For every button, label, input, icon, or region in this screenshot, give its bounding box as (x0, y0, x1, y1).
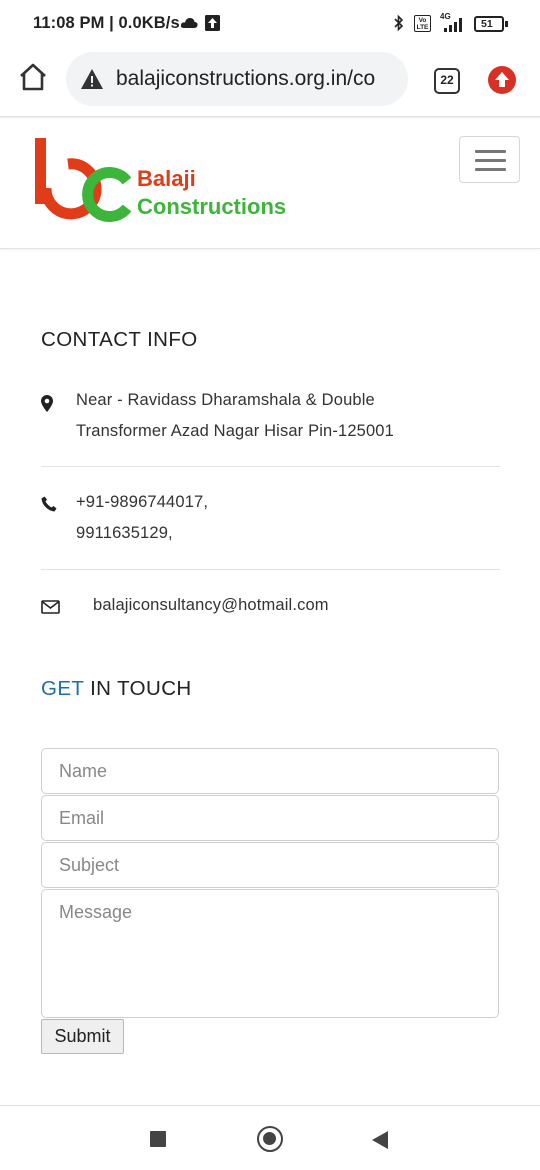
battery-level: 51 (481, 18, 493, 30)
email-link[interactable]: balajiconsultancy@hotmail.com (93, 590, 329, 621)
status-bar: 11:08 PM | 0.0KB/s Vo LTE 4G 51 (0, 0, 540, 48)
phone-line-1[interactable]: +91-9896744017, (76, 487, 208, 518)
address-line-1: Near - Ravidass Dharamshala & Double (76, 391, 375, 409)
status-time: 11:08 PM | 0.0KB/s (33, 14, 180, 32)
home-circle-icon[interactable] (257, 1126, 283, 1152)
email-row: balajiconsultancy@hotmail.com (41, 590, 500, 622)
volte-badge: Vo LTE (414, 15, 431, 32)
back-icon[interactable] (372, 1131, 388, 1149)
battery-icon: 51 (474, 16, 504, 32)
divider (41, 569, 500, 570)
signal-icon (444, 18, 462, 32)
cloud-icon (180, 18, 198, 28)
home-icon[interactable] (18, 62, 48, 92)
tab-switcher-button[interactable]: 22 (434, 68, 460, 94)
envelope-icon (41, 600, 60, 614)
name-field[interactable] (41, 748, 499, 794)
menu-toggle-button[interactable] (459, 136, 520, 183)
heading-rest: IN TOUCH (83, 677, 192, 700)
warning-icon[interactable] (80, 68, 104, 90)
hamburger-line (475, 159, 506, 162)
email-field[interactable] (41, 795, 499, 841)
contact-info-heading: CONTACT INFO (41, 328, 198, 351)
phone-icon (41, 496, 57, 512)
message-field[interactable] (41, 889, 499, 1018)
get-in-touch-heading: GET IN TOUCH (41, 677, 192, 701)
site-logo[interactable]: Balaji Constructions (32, 136, 302, 226)
hamburger-line (475, 168, 506, 171)
site-header: Balaji Constructions (0, 118, 540, 249)
heading-accent: GET (41, 677, 84, 700)
address-row: Near - Ravidass Dharamshala & Double Tra… (41, 385, 500, 447)
upload-icon (205, 15, 220, 31)
battery-tip (505, 21, 508, 27)
address-line-2: Transformer Azad Nagar Hisar Pin-125001 (76, 422, 394, 440)
url-text[interactable]: balajiconstructions.org.in/co (116, 67, 400, 91)
update-button[interactable] (488, 66, 516, 94)
phone-line-2[interactable]: 9911635129, (76, 518, 173, 549)
subject-field[interactable] (41, 842, 499, 888)
browser-toolbar: balajiconstructions.org.in/co 22 (0, 48, 540, 112)
logo-text-balaji: Balaji (137, 166, 196, 191)
address-bar[interactable]: balajiconstructions.org.in/co (66, 52, 408, 106)
arrow-up-icon (495, 72, 509, 87)
system-nav-bar (0, 1105, 540, 1170)
phone-row: +91-9896744017, 9911635129, (41, 487, 500, 549)
recent-apps-icon[interactable] (150, 1131, 166, 1147)
hamburger-line (475, 150, 506, 153)
divider (41, 466, 500, 467)
bluetooth-icon (394, 14, 404, 32)
bc-logo-mark (35, 138, 132, 222)
submit-button[interactable]: Submit (41, 1019, 124, 1054)
logo-text-constructions: Constructions (137, 194, 287, 219)
map-marker-icon (41, 395, 53, 412)
